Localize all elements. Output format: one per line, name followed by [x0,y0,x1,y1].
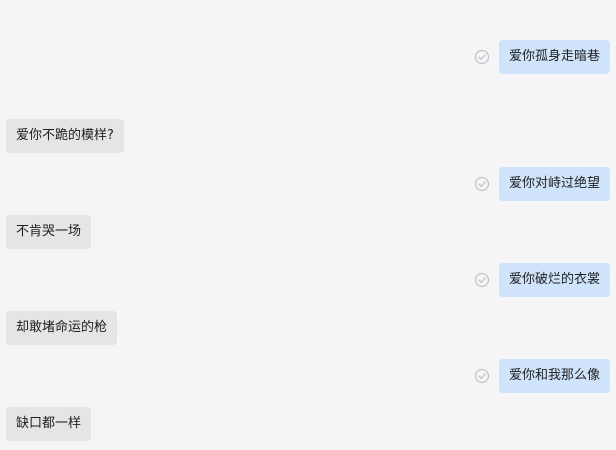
read-check-icon [474,176,490,192]
message-row-outgoing: 爱你和我那么像 [0,359,616,393]
message-row-outgoing: 爱你孤身走暗巷 [0,40,616,74]
message-bubble-incoming[interactable]: 不肯哭一场 [6,215,92,249]
message-bubble-outgoing[interactable]: 爱你孤身走暗巷 [498,40,610,74]
message-row-outgoing: 爱你对峙过绝望 [0,167,616,201]
message-bubble-incoming[interactable]: 缺口都一样 [6,407,92,441]
message-bubble-outgoing[interactable]: 爱你破烂的衣裳 [498,263,610,297]
message-bubble-incoming[interactable]: 爱你不跪的模样? [6,119,124,153]
chat-message-list: 爱你孤身走暗巷 爱你不跪的模样? 爱你对峙过绝望 不肯哭一场 爱你破烂的衣裳 却… [0,0,616,450]
read-check-icon [474,272,490,288]
message-bubble-outgoing[interactable]: 爱你和我那么像 [498,359,610,393]
message-row-incoming: 不肯哭一场 [0,215,616,249]
read-check-icon [474,49,490,65]
message-row-incoming: 缺口都一样 [0,407,616,441]
message-row-outgoing: 爱你破烂的衣裳 [0,263,616,297]
message-bubble-outgoing[interactable]: 爱你对峙过绝望 [498,167,610,201]
message-row-incoming: 爱你不跪的模样? [0,119,616,153]
message-row-incoming: 却敢堵命运的枪 [0,311,616,345]
message-bubble-incoming[interactable]: 却敢堵命运的枪 [6,311,118,345]
read-check-icon [474,368,490,384]
